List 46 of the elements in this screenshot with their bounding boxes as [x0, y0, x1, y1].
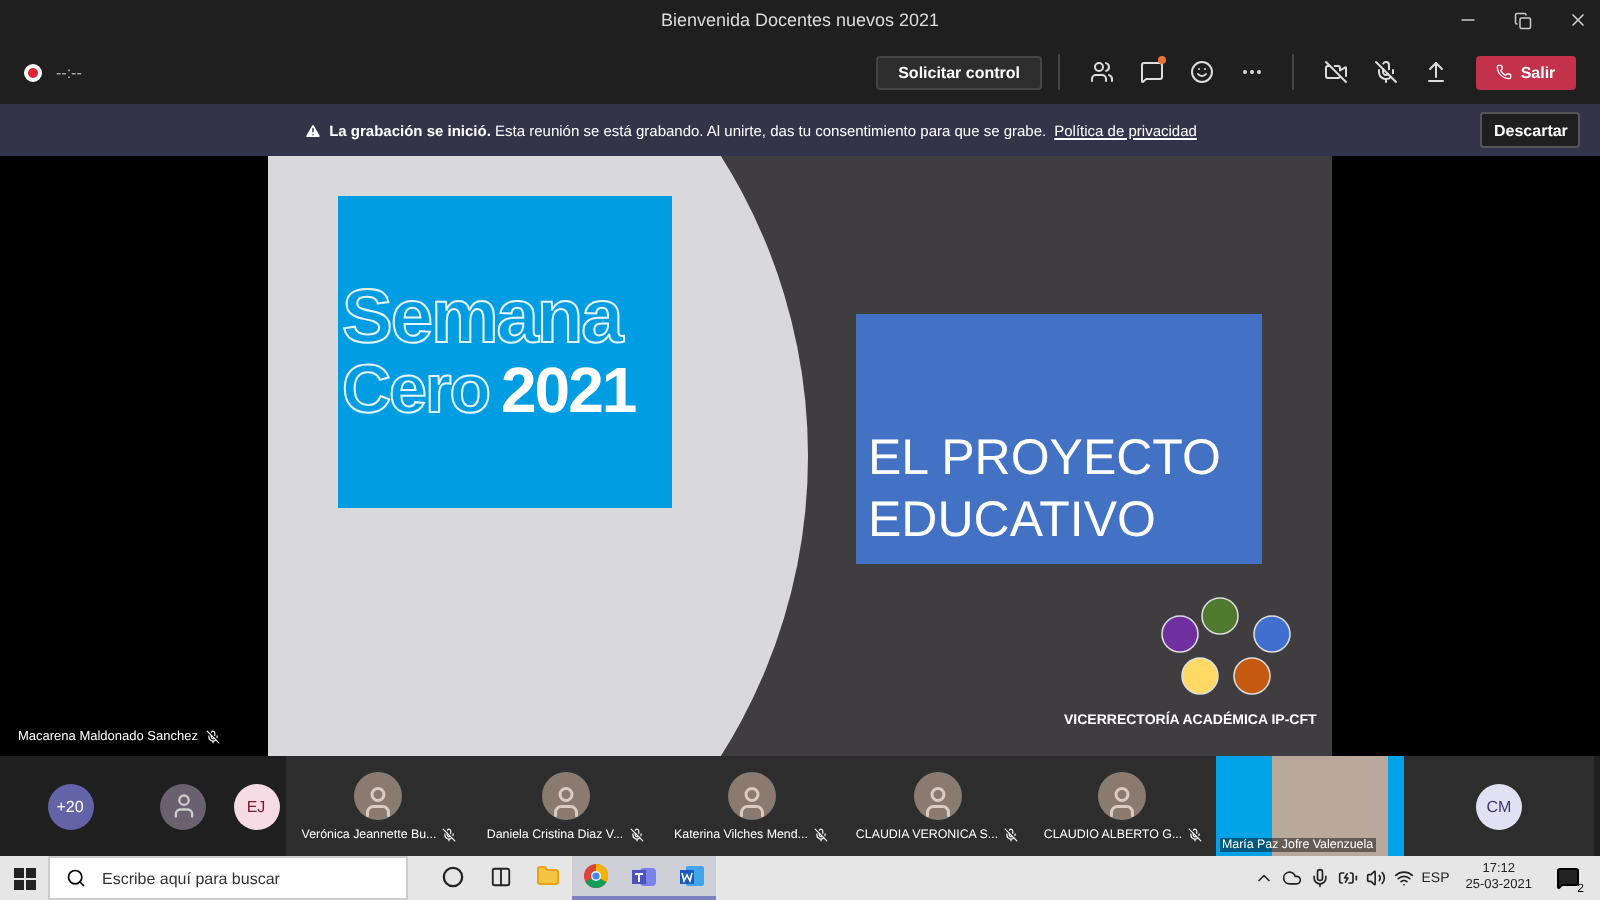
battery-icon[interactable] [1337, 868, 1358, 888]
initials-avatar[interactable]: EJ [233, 783, 279, 829]
close-icon[interactable] [1568, 10, 1588, 30]
browser-icon [584, 864, 608, 888]
camera-off-icon [1323, 60, 1347, 84]
wifi-icon[interactable] [1393, 868, 1414, 888]
participant-count[interactable]: +20 [47, 783, 93, 829]
leave-button[interactable]: Salir [1476, 55, 1576, 89]
avatar-photo[interactable] [160, 783, 206, 829]
window-title: Bienvenida Docentes nuevos 2021 [660, 10, 940, 30]
search-icon [66, 868, 86, 888]
upload-icon [1423, 60, 1447, 84]
teams-icon [631, 864, 657, 888]
microphone-icon[interactable] [1309, 868, 1330, 888]
volume-icon[interactable] [1365, 868, 1386, 888]
avatar-photo [913, 771, 961, 819]
initials-avatar[interactable]: CM [1476, 783, 1522, 829]
windows-logo-icon [13, 867, 35, 889]
cloud-icon[interactable] [1281, 868, 1302, 888]
browser-app-button[interactable] [572, 856, 620, 900]
mic-off-icon [1373, 60, 1397, 84]
slide-heading: EL PROYECTO [868, 427, 1223, 489]
word-app-button[interactable] [668, 856, 716, 900]
meeting-timer: --:-- [56, 63, 82, 81]
notification-icon [1556, 866, 1580, 890]
word-icon [680, 864, 704, 888]
smiley-icon [1189, 60, 1213, 84]
people-icon [1089, 60, 1113, 84]
slide-title-word: Semana [342, 280, 626, 356]
avatar-photo [354, 771, 403, 819]
phone-icon [1496, 64, 1513, 80]
warning-icon [303, 121, 322, 139]
folder-icon [536, 864, 560, 888]
slide-year: 2021 [500, 358, 636, 422]
avatar-photo [1098, 771, 1147, 819]
task-view-icon [489, 865, 511, 887]
slide-heading: EDUCATIVO [868, 489, 1158, 552]
avatar-photo [727, 771, 775, 819]
request-control-button[interactable]: Solicitar control [876, 55, 1042, 89]
dismiss-button[interactable]: Descartar [1480, 112, 1580, 148]
avatar-photo [541, 771, 589, 819]
restore-icon[interactable] [1514, 11, 1532, 29]
chat-icon [1139, 60, 1163, 84]
slide-title-word: Cero [342, 356, 489, 424]
circle-icon [441, 865, 463, 887]
search-field[interactable]: Escribe aquí para buscar [48, 856, 408, 900]
